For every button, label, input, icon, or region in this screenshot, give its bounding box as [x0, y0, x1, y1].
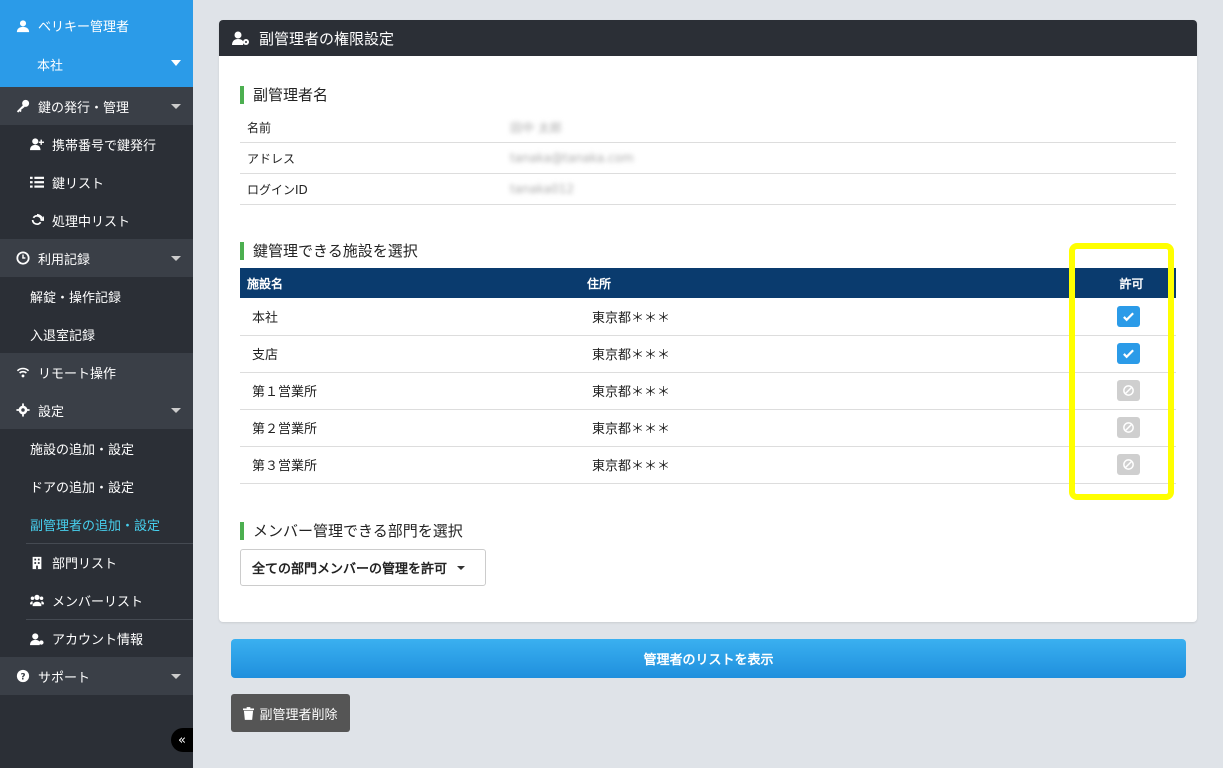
facility-address: 東京都＊＊＊ [592, 422, 671, 437]
facility-address: 東京都＊＊＊ [592, 348, 671, 363]
user-gear-icon [231, 30, 251, 46]
sidebar-item-member-list[interactable]: メンバーリスト [0, 581, 193, 619]
sidebar-section-support[interactable]: ? サポート [0, 657, 193, 695]
sidebar-item-issue-by-phone[interactable]: 携帯番号で鍵発行 [0, 125, 193, 163]
sidebar-item-entry-log[interactable]: 入退室記録 [0, 315, 193, 353]
refresh-icon [30, 213, 44, 227]
sidebar-item-facility-settings[interactable]: 施設の追加・設定 [0, 429, 193, 467]
table-row: 本社 東京都＊＊＊ [240, 298, 1176, 335]
table-header-row: 施設名 住所 許可 [240, 268, 1176, 298]
sidebar-item-label: ドアの追加・設定 [30, 480, 135, 496]
sidebar-section-label: 設定 [38, 404, 65, 420]
info-row-address: アドレス tanaka@tanaka.com [240, 143, 1176, 174]
sidebar-item-subadmin-settings[interactable]: 副管理者の追加・設定 [0, 505, 193, 543]
permit-column-highlight [1069, 243, 1174, 500]
sidebar-section-keys[interactable]: 鍵の発行・管理 [0, 87, 193, 125]
column-header-address: 住所 [587, 276, 612, 291]
show-admin-list-button[interactable]: 管理者のリストを表示 [231, 639, 1186, 678]
facility-name: 第３営業所 [252, 459, 318, 474]
svg-text:?: ? [20, 673, 25, 683]
user-plus-icon [30, 137, 44, 151]
chevron-down-icon [171, 256, 181, 261]
facility-name: 支店 [252, 348, 279, 363]
sidebar-item-label: 処理中リスト [52, 214, 131, 230]
info-row-name: 名前 田中 太郎 [240, 112, 1176, 143]
building-icon [30, 556, 44, 570]
sidebar-item-label: 解錠・操作記録 [30, 290, 122, 306]
sidebar-section-label: リモート操作 [38, 366, 117, 382]
sidebar-section-label: 利用記録 [38, 252, 91, 268]
facility-address: 東京都＊＊＊ [592, 385, 671, 400]
key-icon [16, 99, 30, 113]
chevron-down-icon[interactable] [171, 60, 181, 66]
sidebar-item-label: アカウント情報 [52, 633, 144, 648]
sidebar-item-label: 施設の追加・設定 [30, 442, 135, 458]
sidebar-collapse-button[interactable]: « [171, 728, 193, 752]
gear-icon [16, 403, 30, 417]
column-header-name: 施設名 [247, 276, 284, 291]
chevron-down-icon [171, 104, 181, 109]
sidebar-item-label: メンバーリスト [52, 594, 144, 610]
info-row-login-id: ログインID tanaka012 [240, 174, 1176, 205]
sidebar-section-settings[interactable]: 設定 [0, 391, 193, 429]
wifi-icon [16, 365, 30, 379]
sidebar-item-label: 携帯番号で鍵発行 [52, 138, 157, 154]
dropdown-selected-value: 全ての部門メンバーの管理を許可 [252, 562, 448, 577]
sidebar-section-label: サポート [38, 670, 91, 686]
sidebar-section-label: 鍵の発行・管理 [38, 100, 130, 116]
sidebar-item-label: 入退室記録 [30, 328, 96, 344]
info-label: アドレス [247, 151, 296, 166]
info-label: 名前 [247, 120, 272, 135]
delete-button-label: 副管理者削除 [259, 707, 338, 723]
facility-name: 本社 [252, 310, 279, 326]
sidebar-item-label: 鍵リスト [52, 176, 105, 192]
page-title: 副管理者の権限設定 [259, 29, 395, 48]
permission-panel: 副管理者の権限設定 副管理者名 名前 田中 太郎 アドレス tanaka@tan… [219, 20, 1197, 622]
sidebar-item-processing-list[interactable]: 処理中リスト [0, 201, 193, 239]
sidebar-section-usage[interactable]: 利用記録 [0, 239, 193, 277]
table-row: 第１営業所 東京都＊＊＊ [240, 372, 1176, 409]
facility-name: 第２営業所 [252, 422, 318, 437]
user-icon [16, 19, 30, 33]
facility-address: 東京都＊＊＊ [592, 459, 671, 474]
section-title-subadmin-name: 副管理者名 [240, 86, 328, 104]
table-row: 支店 東京都＊＊＊ [240, 335, 1176, 372]
facility-name: 第１営業所 [252, 385, 318, 400]
sidebar-item-door-settings[interactable]: ドアの追加・設定 [0, 467, 193, 505]
question-circle-icon: ? [16, 669, 30, 683]
info-label: ログインID [247, 182, 308, 197]
trash-icon [243, 706, 255, 720]
sidebar-item-unlock-log[interactable]: 解錠・操作記録 [0, 277, 193, 315]
user-gear-icon [30, 632, 44, 646]
sidebar-item-label: 副管理者の追加・設定 [30, 518, 161, 534]
caret-down-icon [457, 565, 466, 570]
sidebar-item-key-list[interactable]: 鍵リスト [0, 163, 193, 201]
department-permission-dropdown[interactable]: 全ての部門メンバーの管理を許可 [240, 549, 486, 586]
sidebar: ベリキー管理者 本社 鍵の発行・管理 携帯番号で鍵発行 鍵リスト 処理中リスト … [0, 0, 193, 768]
sidebar-item-label: 部門リスト [52, 557, 118, 572]
section-title-departments: メンバー管理できる部門を選択 [240, 522, 463, 540]
chevron-down-icon [171, 674, 181, 679]
list-icon [30, 175, 44, 189]
delete-subadmin-button[interactable]: 副管理者削除 [231, 694, 350, 732]
sidebar-user-block[interactable]: ベリキー管理者 本社 [0, 0, 193, 87]
facility-table: 施設名 住所 許可 本社 東京都＊＊＊ 支店 東京都＊＊＊ 第１営業所 東京都＊＊＊ 第２営… [240, 268, 1176, 484]
clock-icon [16, 251, 30, 265]
sidebar-org-name: 本社 [37, 59, 64, 74]
chevron-down-icon [171, 408, 181, 413]
panel-header: 副管理者の権限設定 [219, 20, 1197, 56]
users-icon [30, 593, 44, 607]
sidebar-user-name: ベリキー管理者 [38, 20, 130, 35]
info-value: tanaka012 [510, 182, 575, 196]
info-value: tanaka@tanaka.com [510, 151, 634, 165]
sidebar-item-account-info[interactable]: アカウント情報 [26, 619, 193, 657]
sidebar-item-department-list[interactable]: 部門リスト [26, 543, 193, 581]
table-row: 第３営業所 東京都＊＊＊ [240, 446, 1176, 483]
info-value: 田中 太郎 [510, 120, 562, 135]
sidebar-section-remote[interactable]: リモート操作 [0, 353, 193, 391]
facility-address: 東京都＊＊＊ [592, 310, 671, 326]
section-title-facilities: 鍵管理できる施設を選択 [240, 242, 418, 260]
table-row: 第２営業所 東京都＊＊＊ [240, 409, 1176, 446]
